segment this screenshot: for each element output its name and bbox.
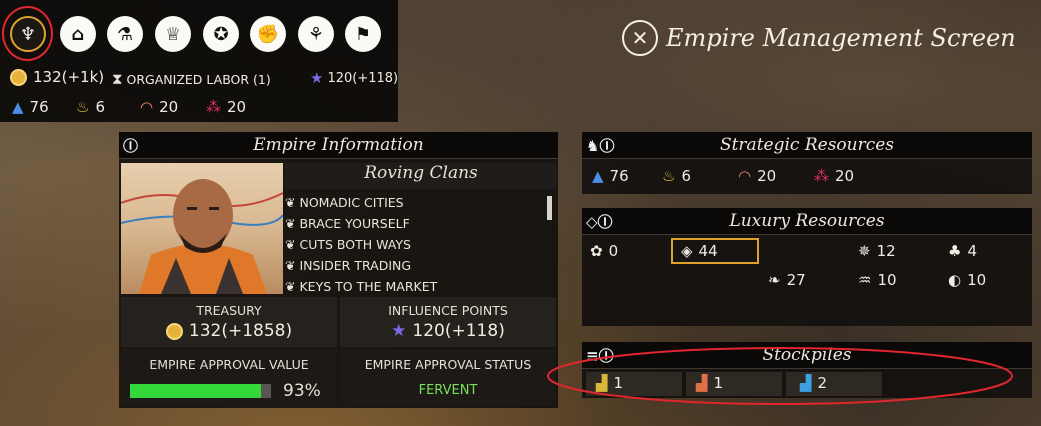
approval-status-cell: EMPIRE APPROVAL STATUS FERVENT	[340, 350, 556, 406]
close-icon: ✕	[631, 26, 649, 50]
tab-military[interactable]: ✊	[250, 16, 286, 52]
luxury-resources-header: Luxury Resources	[582, 208, 1032, 235]
luxury-item-tusk[interactable]: ♒ 10	[858, 271, 897, 289]
info-icon[interactable]: ♞Ⓘ	[586, 135, 614, 156]
tab-cities[interactable]: ⌂	[60, 16, 96, 52]
luxury-item-leaf[interactable]: ❧ 27	[768, 271, 806, 289]
info-icon[interactable]: ◇Ⓘ	[586, 211, 613, 232]
star-icon: ★	[391, 321, 407, 341]
stockpile-blue-icon: ▟	[800, 374, 812, 392]
list-item[interactable]: ❦ CUTS BOTH WAYS	[285, 234, 555, 255]
laurel-icon: ❦	[285, 195, 296, 210]
laurel-icon: ❦	[285, 216, 296, 231]
screen-title-bar: ✕ Empire Management Screen	[622, 20, 1016, 56]
handshake-icon: ⚘	[307, 23, 325, 45]
stockpile-slot[interactable]: ▟ 1	[686, 372, 782, 396]
horn-icon: ◠	[738, 167, 752, 185]
tab-population[interactable]: ⚑	[345, 16, 381, 52]
laurel-icon: ❦	[285, 237, 296, 252]
tab-diplomacy[interactable]: ⚘	[298, 16, 334, 52]
info-icon[interactable]: Ⓘ	[123, 135, 138, 156]
medal-icon: ✪	[213, 23, 229, 45]
tab-legacy[interactable]: ✪	[203, 16, 239, 52]
population-icon: ⚑	[354, 23, 372, 45]
traits-scrollbar[interactable]	[547, 196, 552, 220]
stockpile-orange-icon: ▟	[696, 374, 708, 392]
coin-icon	[10, 68, 27, 86]
top-resource-bar: ♆ ⌂ ⚗ ♕ ✪ ✊ ⚘ ⚑ 132(+1k) ⧗ ORGANIZED LAB…	[0, 0, 398, 122]
list-item[interactable]: ❦ KEYS TO THE MARKET	[285, 276, 555, 294]
empire-name: Roving Clans	[285, 163, 557, 189]
list-item[interactable]: ❦ BRACE YOURSELF	[285, 213, 555, 234]
strategic-resources-header: Strategic Resources	[582, 132, 1032, 159]
luxury-resources-panel: Luxury Resources ◇Ⓘ ✿ 0 ◈ 44 ✵ 12 ♣ 4 ❧ …	[582, 208, 1032, 326]
luxury-item-whale[interactable]: ◐ 10	[948, 271, 986, 289]
labor-display[interactable]: ⧗ ORGANIZED LABOR (1)	[112, 70, 271, 88]
top-resource-horn[interactable]: ◠ 20	[140, 98, 178, 116]
top-resource-water[interactable]: ▲ 76	[12, 98, 49, 116]
flower-icon: ✿	[590, 242, 603, 260]
leader-portrait	[121, 163, 283, 294]
hourglass-icon: ⧗	[112, 70, 123, 88]
tab-science[interactable]: ⚗	[107, 16, 143, 52]
fist-icon: ✊	[256, 23, 280, 45]
wheat-icon: ♨	[76, 98, 90, 116]
laurel-icon: ❦	[285, 279, 296, 294]
water-drop-icon: ▲	[592, 167, 604, 185]
whale-icon: ◐	[948, 271, 962, 289]
wheat-icon: ♨	[662, 167, 676, 185]
star-icon: ★	[310, 69, 324, 87]
page-title: Empire Management Screen	[666, 24, 1016, 52]
strategic-item-wheat[interactable]: ♨ 6	[662, 167, 691, 185]
list-item[interactable]: ❦ INSIDER TRADING	[285, 255, 555, 276]
berries-icon: ⁂	[814, 167, 829, 185]
approval-bar-fill	[130, 384, 262, 398]
approval-cell: EMPIRE APPROVAL VALUE 93%	[121, 350, 337, 406]
stockpile-slot[interactable]: ▟ 1	[586, 372, 682, 396]
luxury-item-gem[interactable]: ◈ 44	[671, 238, 759, 264]
strategic-item-water[interactable]: ▲ 76	[592, 167, 629, 185]
capitol-icon: ⌂	[71, 23, 85, 45]
water-drop-icon: ▲	[12, 98, 24, 116]
horn-icon: ◠	[140, 98, 154, 116]
luxury-item-crystal[interactable]: ✵ 12	[858, 242, 896, 260]
berries-icon: ⁂	[206, 98, 221, 116]
tusk-icon: ♒	[858, 271, 872, 289]
laurel-icon: ❦	[285, 258, 296, 273]
influence-display[interactable]: ★ 120(+118)	[310, 69, 398, 87]
approval-value: 93%	[283, 381, 321, 401]
leaf-icon: ❧	[768, 271, 781, 289]
strategic-resources-panel: Strategic Resources ♞Ⓘ ▲ 76 ♨ 6 ◠ 20 ⁂ 2…	[582, 132, 1032, 194]
money-display[interactable]: 132(+1k)	[10, 68, 104, 86]
empire-information-header: Empire Information	[119, 132, 558, 159]
close-button[interactable]: ✕	[622, 20, 658, 56]
stockpiles-header: Stockpiles	[582, 342, 1032, 369]
strategic-item-horn[interactable]: ◠ 20	[738, 167, 776, 185]
stockpile-yellow-icon: ▟	[596, 374, 608, 392]
info-icon[interactable]: ≡Ⓘ	[586, 345, 614, 366]
influence-cell: INFLUENCE POINTS ★ 120(+118)	[340, 297, 556, 347]
treasury-cell: TREASURY 132(+1858)	[121, 297, 337, 347]
crystal-icon: ✵	[858, 242, 871, 260]
coin-icon	[165, 322, 183, 340]
top-resource-wheat[interactable]: ♨ 6	[76, 98, 105, 116]
stockpile-slot[interactable]: ▟ 2	[786, 372, 882, 396]
grapes-icon: ♣	[948, 242, 962, 260]
annotation-circle	[2, 6, 53, 61]
list-item[interactable]: ❦ NOMADIC CITIES	[285, 192, 555, 213]
gem-icon: ◈	[681, 242, 693, 260]
traits-list[interactable]: ❦ NOMADIC CITIES ❦ BRACE YOURSELF ❦ CUTS BO…	[285, 192, 555, 294]
strategic-item-berries[interactable]: ⁂ 20	[814, 167, 854, 185]
approval-status-value: FERVENT	[418, 383, 478, 398]
empire-information-panel: Empire Information Ⓘ Roving Clans ❦ NOMAD…	[119, 132, 558, 408]
approval-bar	[130, 384, 271, 398]
stockpiles-panel: Stockpiles ≡Ⓘ ▟ 1 ▟ 1 ▟ 2	[582, 342, 1032, 398]
tab-achievements[interactable]: ♕	[155, 16, 191, 52]
luxury-item-grapes[interactable]: ♣ 4	[948, 242, 977, 260]
flask-icon: ⚗	[116, 23, 134, 45]
trophy-icon: ♕	[164, 23, 182, 45]
luxury-item-flower[interactable]: ✿ 0	[590, 242, 618, 260]
top-resource-berries[interactable]: ⁂ 20	[206, 98, 246, 116]
